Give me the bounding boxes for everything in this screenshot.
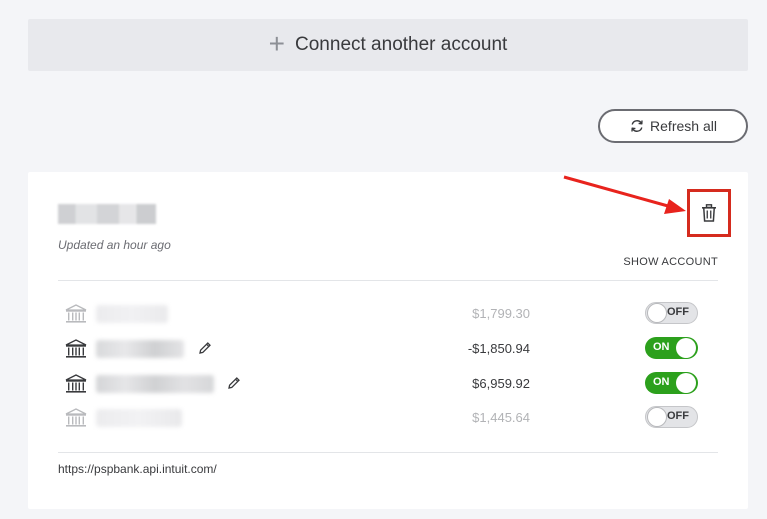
toggle-knob — [647, 407, 667, 427]
connect-another-account-button[interactable]: + Connect another account — [28, 19, 748, 71]
show-account-link[interactable]: SHOW ACCOUNT — [623, 256, 718, 268]
account-toggle[interactable]: ON — [645, 372, 698, 394]
account-balance: $1,799.30 — [472, 306, 530, 321]
toggle-knob — [647, 303, 667, 323]
account-row: $1,445.64 OFF — [58, 403, 718, 433]
account-row: $1,799.30 OFF — [58, 299, 718, 329]
account-balance: $6,959.92 — [472, 376, 530, 391]
account-name-redacted — [96, 340, 184, 358]
account-name-redacted — [96, 409, 182, 427]
account-balance: -$1,850.94 — [467, 341, 530, 356]
account-toggle[interactable]: OFF — [645, 302, 698, 324]
toggle-label: OFF — [667, 306, 689, 318]
refresh-all-button[interactable]: Refresh all — [598, 109, 748, 143]
toggle-label: OFF — [667, 410, 689, 422]
toggle-knob — [676, 338, 696, 358]
bank-url: https://pspbank.api.intuit.com/ — [58, 462, 217, 476]
refresh-all-label: Refresh all — [650, 118, 717, 134]
bank-account-card: Updated an hour ago SHOW ACCOUNT $1,799.… — [28, 172, 748, 509]
account-balance: $1,445.64 — [472, 410, 530, 425]
delete-bank-button[interactable] — [687, 189, 731, 237]
account-toggle[interactable]: ON — [645, 337, 698, 359]
bank-icon — [65, 374, 87, 393]
updated-timestamp: Updated an hour ago — [58, 238, 171, 252]
account-row: $6,959.92 ON — [58, 369, 718, 399]
bank-icon — [65, 408, 87, 427]
connect-label: Connect another account — [295, 34, 508, 55]
account-toggle[interactable]: OFF — [645, 406, 698, 428]
toggle-knob — [676, 373, 696, 393]
toggle-label: ON — [653, 376, 670, 388]
divider — [58, 452, 718, 453]
bank-icon — [65, 304, 87, 323]
pencil-icon[interactable] — [198, 341, 212, 355]
account-row: -$1,850.94 ON — [58, 334, 718, 364]
bank-name-redacted — [58, 204, 156, 224]
toggle-label: ON — [653, 341, 670, 353]
refresh-icon — [631, 120, 643, 132]
divider — [58, 280, 718, 281]
account-name-redacted — [96, 305, 168, 323]
trash-icon — [702, 204, 716, 222]
bank-icon — [65, 339, 87, 358]
pencil-icon[interactable] — [227, 376, 241, 390]
plus-icon: + — [268, 28, 286, 59]
account-name-redacted — [96, 375, 214, 393]
